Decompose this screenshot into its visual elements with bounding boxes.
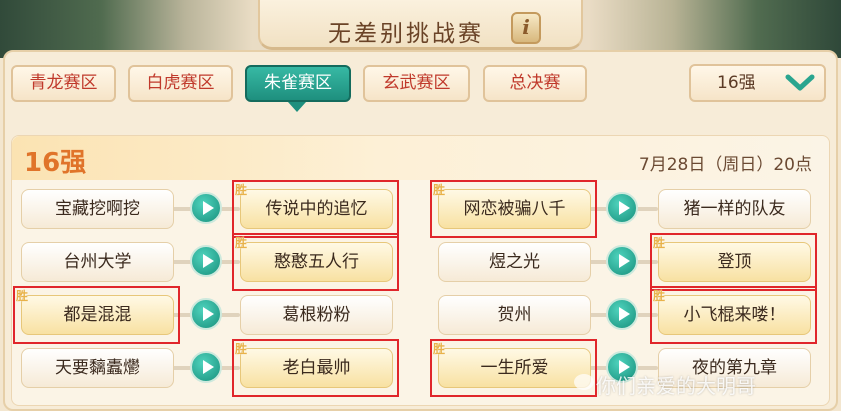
team-left: 贺州 (438, 295, 591, 335)
watermark: 你们亲爱的大明哥 (596, 374, 756, 398)
win-mark: 胜 (433, 342, 446, 356)
watermark-logo-icon (574, 374, 594, 390)
round-selector[interactable]: 16强 (689, 64, 826, 102)
team-left: 天要黐蠹爩 (21, 348, 174, 388)
winner-outline (430, 180, 597, 238)
team-left: 煜之光 (438, 242, 591, 282)
active-tab-pointer (288, 102, 306, 112)
play-replay-button[interactable] (606, 192, 638, 224)
team-left: 宝藏挖啊挖 (21, 189, 174, 229)
play-replay-button[interactable] (606, 245, 638, 277)
team-right: 猪一样的队友 (658, 189, 811, 229)
win-mark: 胜 (653, 289, 666, 303)
round-time: 7月28日（周日）20点 (638, 155, 812, 175)
winner-outline (13, 286, 180, 344)
tab-zhuque[interactable]: 朱雀赛区 (245, 65, 351, 102)
win-mark: 胜 (653, 236, 666, 250)
tab-baihu[interactable]: 白虎赛区 (128, 65, 233, 102)
round-title: 16强 (24, 148, 87, 178)
play-replay-button[interactable] (606, 298, 638, 330)
chevron-down-icon (785, 74, 815, 91)
play-replay-button[interactable] (190, 298, 222, 330)
winner-outline (430, 339, 597, 397)
play-replay-button[interactable] (190, 351, 222, 383)
tab-qinglong[interactable]: 青龙赛区 (11, 65, 116, 102)
round-selector-value: 16强 (717, 73, 756, 93)
win-mark: 胜 (433, 183, 446, 197)
tab-xuanwu[interactable]: 玄武赛区 (363, 65, 470, 102)
play-replay-button[interactable] (190, 192, 222, 224)
winner-outline (232, 339, 399, 397)
win-mark: 胜 (16, 289, 29, 303)
tab-finals[interactable]: 总决赛 (483, 65, 587, 102)
win-mark: 胜 (235, 183, 248, 197)
winner-outline (232, 233, 399, 291)
play-replay-button[interactable] (190, 245, 222, 277)
win-mark: 胜 (235, 236, 248, 250)
winner-outline (232, 180, 399, 238)
info-icon[interactable]: i (511, 12, 541, 44)
team-left: 台州大学 (21, 242, 174, 282)
team-right: 葛根粉粉 (240, 295, 393, 335)
page-title: 无差别挑战赛 (328, 21, 484, 47)
winner-outline (650, 233, 817, 291)
winner-outline (650, 286, 817, 344)
win-mark: 胜 (235, 342, 248, 356)
